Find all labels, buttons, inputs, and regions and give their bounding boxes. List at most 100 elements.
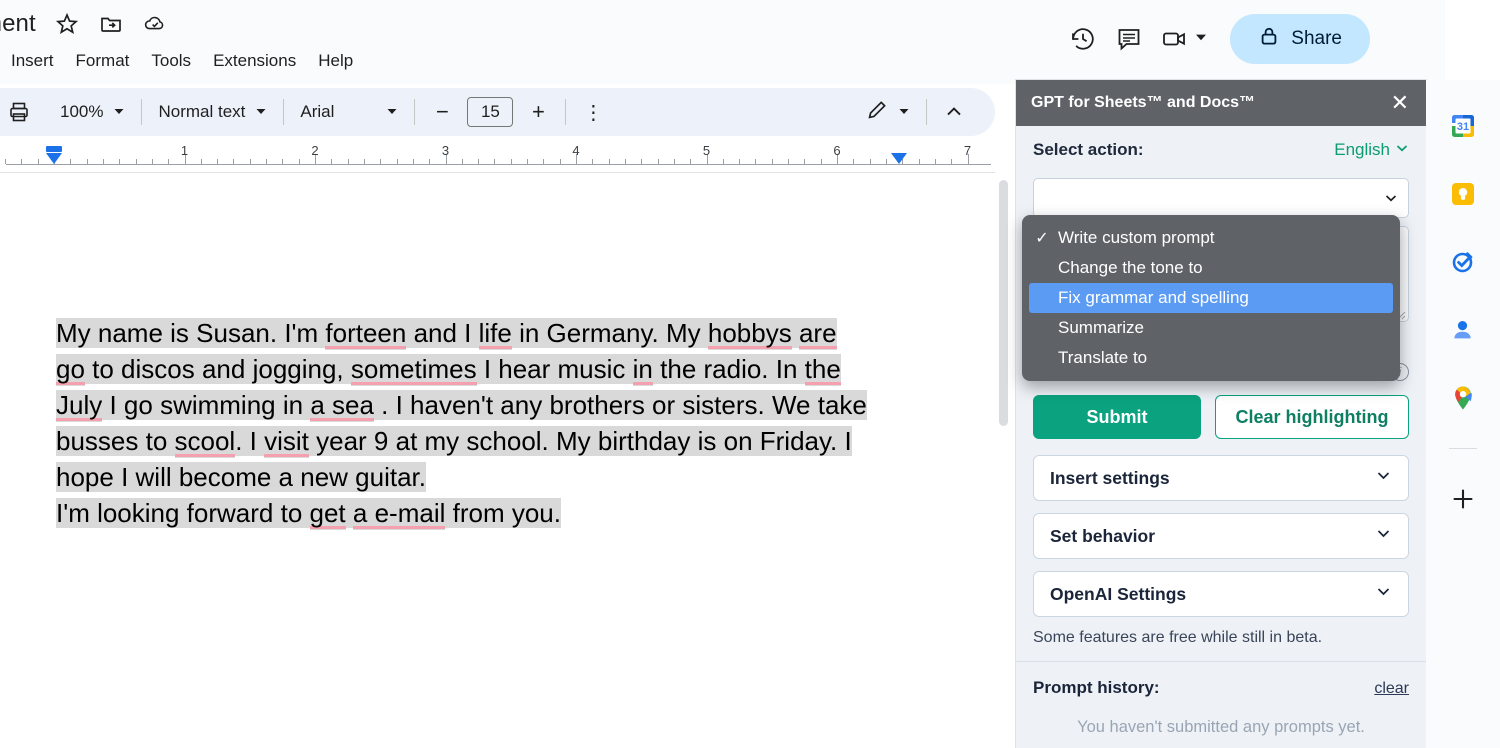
spellcheck-word: visit <box>264 426 309 458</box>
ruler-tick <box>658 159 659 164</box>
check-icon: ✓ <box>1034 228 1050 248</box>
decrease-font-size-button[interactable]: − <box>425 95 459 129</box>
document-text-run: My name is Susan. I'm <box>56 318 325 348</box>
dropdown-item[interactable]: Change the tone to <box>1022 253 1400 283</box>
close-icon[interactable]: ✕ <box>1389 92 1411 114</box>
ruler-tick <box>821 159 822 164</box>
ruler-tick <box>299 159 300 164</box>
document-title-row: ment <box>0 6 168 42</box>
ruler-tick <box>919 159 920 164</box>
toolbar-divider <box>283 99 284 125</box>
prompt-history-title: Prompt history: <box>1033 678 1160 698</box>
more-options-icon[interactable]: ⋮ <box>576 95 610 129</box>
dropdown-item-label: Write custom prompt <box>1058 228 1215 248</box>
language-selector[interactable]: English <box>1334 140 1409 160</box>
submit-button[interactable]: Submit <box>1033 395 1201 439</box>
select-action-label: Select action: <box>1033 140 1144 160</box>
font-size-input[interactable]: 15 <box>467 97 513 127</box>
paragraph-style-select[interactable]: Normal text <box>152 95 273 129</box>
star-icon[interactable] <box>54 11 80 37</box>
meet-camera-icon[interactable] <box>1152 16 1198 62</box>
spellcheck-word: the <box>805 354 841 386</box>
font-family-select[interactable]: Arial <box>294 95 404 129</box>
editing-mode-button[interactable] <box>860 95 916 129</box>
chevron-down-icon[interactable] <box>1194 30 1208 49</box>
toolbar-divider <box>926 99 927 125</box>
menu-item-tools[interactable]: Tools <box>140 48 202 74</box>
menu-item-help[interactable]: Help <box>307 48 364 74</box>
spellcheck-word: in <box>633 354 653 386</box>
ruler-tick <box>5 159 6 164</box>
document-text-run: from you. <box>445 498 561 528</box>
menu-item-format[interactable]: Format <box>65 48 141 74</box>
right-indent-marker[interactable] <box>891 153 907 164</box>
accordion-label: OpenAI Settings <box>1050 584 1186 605</box>
ruler-number: 5 <box>703 143 710 158</box>
left-indent-marker[interactable] <box>46 146 62 152</box>
document-title[interactable]: ment <box>0 10 36 38</box>
accordion-set-behavior[interactable]: Set behavior <box>1033 513 1409 559</box>
toolbar-divider <box>414 99 415 125</box>
share-button[interactable]: Share <box>1230 14 1370 64</box>
document-text-run: . I <box>235 426 264 456</box>
dropdown-item[interactable]: Translate to <box>1022 343 1400 373</box>
google-maps-icon[interactable] <box>1443 378 1483 418</box>
scrollbar-thumb[interactable] <box>999 180 1008 426</box>
collapse-toolbar-button[interactable] <box>937 95 971 129</box>
chevron-down-icon <box>1384 191 1398 210</box>
menu-item-extensions[interactable]: Extensions <box>202 48 307 74</box>
clear-highlighting-button[interactable]: Clear highlighting <box>1215 395 1409 439</box>
document-line[interactable]: I'm looking forward to get a e-mail from… <box>56 495 936 531</box>
action-select[interactable] <box>1033 178 1409 218</box>
accordion-insert-settings[interactable]: Insert settings <box>1033 455 1409 501</box>
dropdown-item[interactable]: Fix grammar and spelling <box>1029 283 1393 313</box>
document-text-run: year 9 at my school. My birthday is on F… <box>309 426 852 456</box>
menu-item-insert[interactable]: Insert <box>0 48 65 74</box>
document-line[interactable]: go to discos and jogging, sometimes I he… <box>56 351 936 387</box>
move-to-folder-icon[interactable] <box>98 11 124 37</box>
document-text-body[interactable]: My name is Susan. I'm forteen and I life… <box>56 315 936 531</box>
first-line-indent-marker[interactable] <box>46 153 62 164</box>
increase-font-size-button[interactable]: + <box>521 95 555 129</box>
dropdown-item[interactable]: Summarize <box>1022 313 1400 343</box>
ruler[interactable]: 1234567 <box>0 142 995 172</box>
google-tasks-icon[interactable] <box>1443 242 1483 282</box>
spellcheck-word: life <box>479 318 512 350</box>
document-line[interactable]: busses to scool. I visit year 9 at my sc… <box>56 423 936 459</box>
ruler-tick <box>380 159 381 164</box>
ruler-tick <box>413 159 414 164</box>
chevron-down-icon <box>1375 525 1392 547</box>
toolbar-divider <box>565 99 566 125</box>
accordion-openai-settings[interactable]: OpenAI Settings <box>1033 571 1409 617</box>
document-text-run: I hear music <box>477 354 633 384</box>
spellcheck-word: hobbys <box>708 318 792 350</box>
spellcheck-word: forteen <box>325 318 406 350</box>
google-keep-icon[interactable] <box>1443 174 1483 214</box>
document-text-run <box>792 318 799 348</box>
gpt-addon-panel: GPT for Sheets™ and Docs™ ✕ Select actio… <box>1016 80 1426 748</box>
document-line[interactable]: hope I will become a new guitar. <box>56 459 936 495</box>
paragraph-style-value: Normal text <box>158 102 245 122</box>
add-addon-button[interactable] <box>1443 479 1483 519</box>
document-scrollbar[interactable] <box>996 172 1010 748</box>
google-contacts-icon[interactable] <box>1443 310 1483 350</box>
spellcheck-word: get <box>310 498 346 530</box>
cloud-saved-icon[interactable] <box>142 11 168 37</box>
spellcheck-word: July <box>56 390 102 422</box>
clear-history-link[interactable]: clear <box>1374 680 1409 698</box>
zoom-level-select[interactable]: 100% <box>54 95 131 129</box>
document-line[interactable]: July I go swimming in a sea . I haven't … <box>56 387 936 423</box>
comment-icon[interactable] <box>1106 16 1152 62</box>
accordion-label: Set behavior <box>1050 526 1155 547</box>
document-page[interactable]: My name is Susan. I'm forteen and I life… <box>0 173 995 748</box>
chevron-down-icon <box>1375 583 1392 605</box>
document-text-run: I'm looking forward to <box>56 498 310 528</box>
formatting-toolbar: 100% Normal text Arial − 15 + ⋮ <box>0 88 995 136</box>
version-history-icon[interactable] <box>1060 16 1106 62</box>
ruler-tick <box>755 159 756 164</box>
dropdown-item[interactable]: ✓ Write custom prompt <box>1022 223 1400 253</box>
action-dropdown-menu[interactable]: ✓ Write custom prompt Change the tone toFi… <box>1022 215 1400 381</box>
print-icon[interactable] <box>2 95 36 129</box>
google-calendar-icon[interactable]: 31 <box>1443 106 1483 146</box>
document-line[interactable]: My name is Susan. I'm forteen and I life… <box>56 315 936 351</box>
